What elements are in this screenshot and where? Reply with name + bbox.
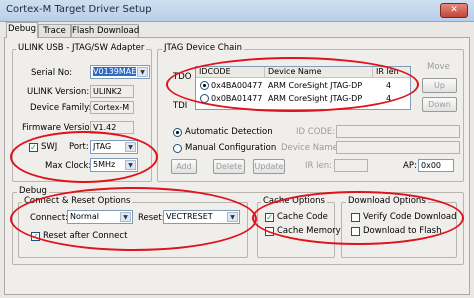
device-name-label: Device Name: (281, 143, 341, 153)
adapter-group-title: ULINK USB - JTAG/SW Adapter (16, 43, 147, 53)
verify-download-checkbox[interactable] (351, 213, 360, 222)
swj-label: SWJ (41, 142, 58, 152)
chevron-down-icon: ▼ (137, 67, 148, 77)
column-header-idcode[interactable]: IDCODE (196, 67, 265, 78)
serial-label: Serial No: (31, 68, 73, 78)
column-header-device-name[interactable]: Device Name (265, 67, 373, 78)
serial-select[interactable]: V0139MAE ▼ (90, 65, 150, 79)
ulink-version-label: ULINK Version: (27, 87, 90, 97)
ap-field[interactable]: 0x00 (418, 159, 454, 172)
ir-len-label: IR len: (305, 161, 332, 171)
auto-detection-label: Automatic Detection (185, 127, 273, 137)
reset-select[interactable]: VECTRESET ▼ (163, 210, 240, 224)
port-value: JTAG (93, 142, 112, 151)
connect-reset-title: Connect & Reset Options (22, 196, 133, 206)
port-select[interactable]: JTAG ▼ (90, 140, 138, 154)
download-to-flash-checkbox[interactable] (351, 227, 360, 236)
ap-label: AP: (403, 161, 417, 171)
id-code-label: ID CODE: (296, 127, 336, 137)
update-button[interactable]: Update (253, 159, 285, 174)
connect-label: Connect: (30, 213, 69, 223)
row-device-name: ARM CoreSight JTAG-DP (268, 81, 363, 90)
table-row[interactable]: 0x0BA01477 ARM CoreSight JTAG-DP 4 (196, 93, 410, 105)
device-family-field: Cortex-M (90, 101, 134, 114)
row-selected-radio[interactable] (200, 81, 209, 90)
port-label: Port: (69, 142, 89, 152)
tab-trace[interactable]: Trace (38, 24, 71, 38)
serial-value: V0139MAE (93, 67, 137, 76)
jtag-chain-title: JTAG Device Chain (162, 43, 245, 53)
firmware-label: Firmware Version: (22, 123, 98, 133)
firmware-field: V1.42 (90, 121, 134, 134)
row-idcode: 0x4BA00477 (211, 81, 263, 90)
max-clock-value: 5MHz (93, 160, 116, 169)
add-button[interactable]: Add (171, 159, 197, 174)
row-idcode: 0x0BA01477 (211, 94, 263, 103)
manual-config-radio[interactable] (173, 144, 182, 153)
cache-memory-label: Cache Memory (277, 226, 341, 236)
reset-value: VECTRESET (166, 212, 213, 221)
auto-detection-radio[interactable] (173, 128, 182, 137)
jtag-device-table[interactable]: IDCODE Device Name IR len 0x4BA00477 ARM… (195, 66, 411, 110)
ir-len-field (334, 159, 368, 172)
connect-select[interactable]: Normal ▼ (67, 210, 133, 224)
row-ir-len: 4 (386, 94, 392, 103)
tab-debug[interactable]: Debug (6, 22, 38, 38)
chevron-down-icon: ▼ (120, 212, 131, 222)
row-device-name: ARM CoreSight JTAG-DP (268, 94, 363, 103)
tdi-label: TDI (173, 101, 188, 111)
download-options-title: Download Options (346, 196, 428, 206)
swj-checkbox[interactable]: ✓ (29, 143, 38, 152)
move-label: Move (427, 62, 450, 72)
download-to-flash-label: Download to Flash (363, 226, 442, 236)
table-row[interactable]: 0x4BA00477 ARM CoreSight JTAG-DP 4 (196, 80, 410, 92)
tdo-label: TDO (173, 72, 192, 82)
down-button[interactable]: Down (422, 97, 457, 112)
tab-flash-download[interactable]: Flash Download (71, 24, 139, 38)
title-bar: Cortex-M Target Driver Setup ✕ (0, 0, 474, 22)
column-header-ir-len[interactable]: IR len (373, 67, 410, 78)
cache-code-label: Cache Code (277, 212, 328, 222)
window-title: Cortex-M Target Driver Setup (6, 4, 152, 15)
id-code-field (336, 125, 460, 138)
reset-after-connect-label: Reset after Connect (43, 231, 128, 241)
close-icon[interactable]: ✕ (440, 3, 468, 18)
manual-config-label: Manual Configuration (185, 143, 277, 153)
cache-code-checkbox[interactable]: ✓ (265, 213, 274, 222)
max-clock-select[interactable]: 5MHz ▼ (90, 158, 138, 172)
row-radio[interactable] (200, 94, 209, 103)
verify-download-label: Verify Code Download (363, 212, 457, 222)
max-clock-label: Max Clock: (45, 161, 92, 171)
up-button[interactable]: Up (422, 78, 457, 93)
ulink-version-field: ULINK2 (90, 85, 134, 98)
device-name-field (336, 141, 460, 154)
cache-memory-checkbox[interactable] (265, 227, 274, 236)
reset-label: Reset: (138, 213, 165, 223)
reset-after-connect-checkbox[interactable]: ✓ (31, 232, 40, 241)
chevron-down-icon: ▼ (125, 160, 136, 170)
row-ir-len: 4 (386, 81, 392, 90)
delete-button[interactable]: Delete (213, 159, 245, 174)
chevron-down-icon: ▼ (125, 142, 136, 152)
device-family-label: Device Family: (30, 103, 92, 113)
chevron-down-icon: ▼ (227, 212, 238, 222)
cache-options-title: Cache Options (261, 196, 327, 206)
debug-group-title: Debug (17, 186, 49, 196)
connect-value: Normal (70, 212, 99, 221)
